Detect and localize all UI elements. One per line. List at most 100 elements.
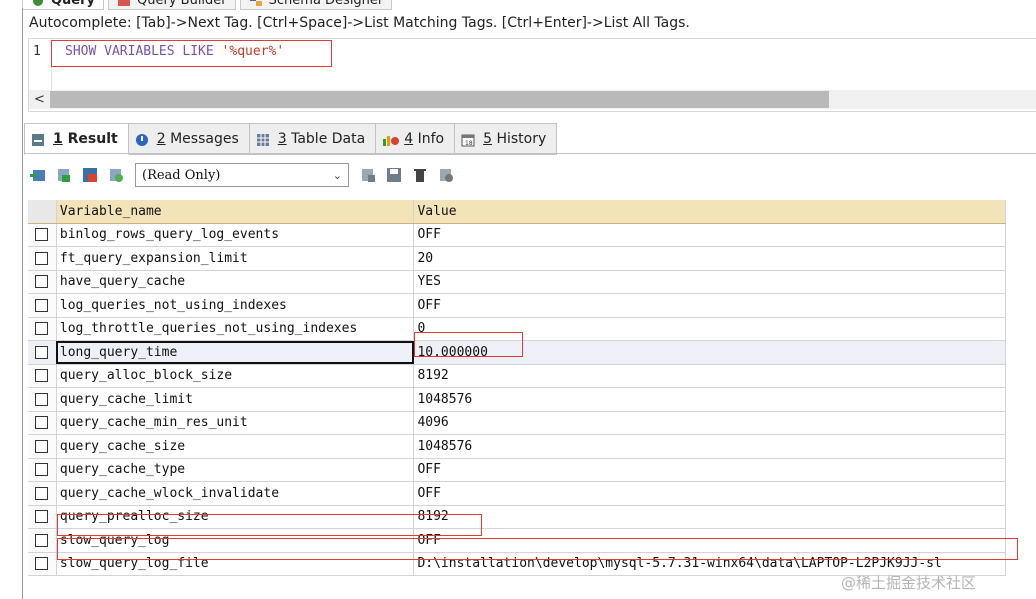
editor-horizontal-scrollbar[interactable]: < xyxy=(29,90,1036,109)
table-row[interactable]: have_query_cache YES xyxy=(28,270,1006,294)
refresh-grid-icon[interactable] xyxy=(106,165,126,185)
row-checkbox[interactable] xyxy=(35,533,49,547)
value-cell[interactable]: 1048576 xyxy=(413,387,1006,412)
tab-table-data[interactable]: 3 Table Data xyxy=(249,123,377,155)
highlight-slow-query-log-row xyxy=(57,514,482,536)
tab-history[interactable]: 18 5 History xyxy=(455,123,558,155)
tab-result-text: Result xyxy=(67,131,118,147)
history-icon: 18 xyxy=(461,133,475,147)
row-checkbox-cell[interactable] xyxy=(28,505,57,529)
table-data-icon xyxy=(256,133,270,146)
variable-name-cell[interactable]: log_throttle_queries_not_using_indexes xyxy=(56,317,415,341)
row-checkbox[interactable] xyxy=(35,557,49,571)
tab-schema-designer-label: Schema Designer xyxy=(268,0,384,8)
row-checkbox[interactable] xyxy=(35,392,49,406)
tab-query-label: Query xyxy=(51,0,96,8)
variable-name-cell[interactable]: log_queries_not_using_indexes xyxy=(56,293,415,318)
table-row[interactable]: query_cache_size 1048576 xyxy=(28,434,1006,459)
scrollbar-thumb[interactable] xyxy=(50,91,829,108)
row-checkbox-cell[interactable] xyxy=(28,481,57,506)
row-checkbox-cell[interactable] xyxy=(28,528,57,553)
discard-changes-icon[interactable] xyxy=(436,165,456,185)
table-row[interactable]: query_cache_wlock_invalidate OFF xyxy=(28,481,1006,506)
row-checkbox-cell[interactable] xyxy=(28,387,57,412)
column-header-variable-name[interactable]: Variable_name xyxy=(56,200,415,224)
export-icon[interactable] xyxy=(28,165,48,185)
table-row[interactable]: query_cache_min_res_unit 4096 xyxy=(28,411,1006,435)
row-checkbox-cell[interactable] xyxy=(28,293,57,318)
value-cell[interactable]: 8192 xyxy=(413,505,1006,529)
variable-name-cell[interactable]: binlog_rows_query_log_events xyxy=(56,223,415,247)
row-checkbox[interactable] xyxy=(35,416,49,430)
table-row[interactable]: query_cache_limit 1048576 xyxy=(28,387,1006,412)
table-row[interactable]: ft_query_expansion_limit 20 xyxy=(28,246,1006,271)
tab-info-label: 4 Info xyxy=(404,131,444,147)
edit-grid-icon[interactable] xyxy=(358,165,378,185)
value-cell[interactable]: 4096 xyxy=(413,411,1006,435)
scroll-left-icon[interactable]: < xyxy=(34,90,45,109)
value-cell[interactable]: OFF xyxy=(413,223,1006,247)
variable-name-cell[interactable]: query_cache_type xyxy=(56,458,415,482)
value-cell[interactable]: OFF xyxy=(413,481,1006,506)
row-checkbox[interactable] xyxy=(35,369,49,383)
tab-bar-rule xyxy=(24,153,1036,154)
row-checkbox-cell[interactable] xyxy=(28,223,57,247)
row-checkbox-cell[interactable] xyxy=(28,458,57,482)
table-row[interactable]: query_cache_type OFF xyxy=(28,458,1006,482)
variable-name-cell[interactable]: ft_query_expansion_limit xyxy=(56,246,415,271)
table-row[interactable]: binlog_rows_query_log_events OFF xyxy=(28,223,1006,247)
table-row[interactable]: query_alloc_block_size 8192 xyxy=(28,364,1006,388)
variable-name-cell[interactable]: long_query_time xyxy=(56,340,415,365)
row-checkbox[interactable] xyxy=(35,510,49,524)
row-checkbox[interactable] xyxy=(35,275,49,289)
value-cell[interactable]: 20 xyxy=(413,246,1006,271)
variable-name-cell[interactable]: query_cache_limit xyxy=(56,387,415,412)
highlight-slow-query-log-file-row xyxy=(57,538,1018,560)
value-cell[interactable]: YES xyxy=(413,270,1006,294)
row-checkbox[interactable] xyxy=(35,251,49,265)
insert-row-icon[interactable] xyxy=(80,165,100,185)
row-checkbox-cell[interactable] xyxy=(28,434,57,459)
value-cell[interactable]: OFF xyxy=(413,458,1006,482)
row-checkbox[interactable] xyxy=(35,486,49,500)
tab-query-builder[interactable]: Query Builder xyxy=(108,0,236,10)
value-cell[interactable]: 8192 xyxy=(413,364,1006,388)
value-cell[interactable]: OFF xyxy=(413,293,1006,318)
panel-divider xyxy=(22,8,23,599)
row-checkbox-cell[interactable] xyxy=(28,340,57,365)
query-builder-icon xyxy=(117,0,131,7)
select-all-header[interactable] xyxy=(28,200,57,224)
variable-name-cell[interactable]: query_cache_min_res_unit xyxy=(56,411,415,435)
tab-info[interactable]: 4 Info xyxy=(376,123,456,155)
variable-name-cell[interactable]: have_query_cache xyxy=(56,270,415,294)
variable-name-cell[interactable]: query_alloc_block_size xyxy=(56,364,415,388)
row-checkbox[interactable] xyxy=(35,345,49,359)
row-checkbox[interactable] xyxy=(35,322,49,336)
variable-name-cell[interactable]: query_cache_size xyxy=(56,434,415,459)
read-only-select[interactable]: (Read Only) ⌄ xyxy=(135,163,349,187)
table-row[interactable]: log_queries_not_using_indexes OFF xyxy=(28,293,1006,318)
delete-icon[interactable] xyxy=(410,165,430,185)
row-checkbox[interactable] xyxy=(35,463,49,477)
copy-rows-icon[interactable] xyxy=(54,165,74,185)
value-cell[interactable]: 1048576 xyxy=(413,434,1006,459)
row-checkbox-cell[interactable] xyxy=(28,552,57,576)
line-number: 1 xyxy=(33,44,41,59)
tab-schema-designer[interactable]: Schema Designer xyxy=(239,0,393,10)
tab-query-builder-label: Query Builder xyxy=(137,0,227,8)
row-checkbox-cell[interactable] xyxy=(28,317,57,341)
row-checkbox-cell[interactable] xyxy=(28,364,57,388)
row-checkbox-cell[interactable] xyxy=(28,411,57,435)
tab-messages[interactable]: 2 Messages xyxy=(128,123,250,155)
row-checkbox-cell[interactable] xyxy=(28,270,57,294)
row-checkbox-cell[interactable] xyxy=(28,246,57,271)
tab-result[interactable]: 1 Result xyxy=(24,123,129,155)
row-checkbox[interactable] xyxy=(35,298,49,312)
tab-query[interactable]: Query xyxy=(22,0,105,10)
row-checkbox[interactable] xyxy=(35,439,49,453)
row-checkbox[interactable] xyxy=(35,228,49,242)
column-header-value[interactable]: Value xyxy=(413,200,1006,224)
save-icon[interactable] xyxy=(384,165,404,185)
variable-name-cell[interactable]: query_cache_wlock_invalidate xyxy=(56,481,415,506)
messages-icon xyxy=(135,133,149,146)
